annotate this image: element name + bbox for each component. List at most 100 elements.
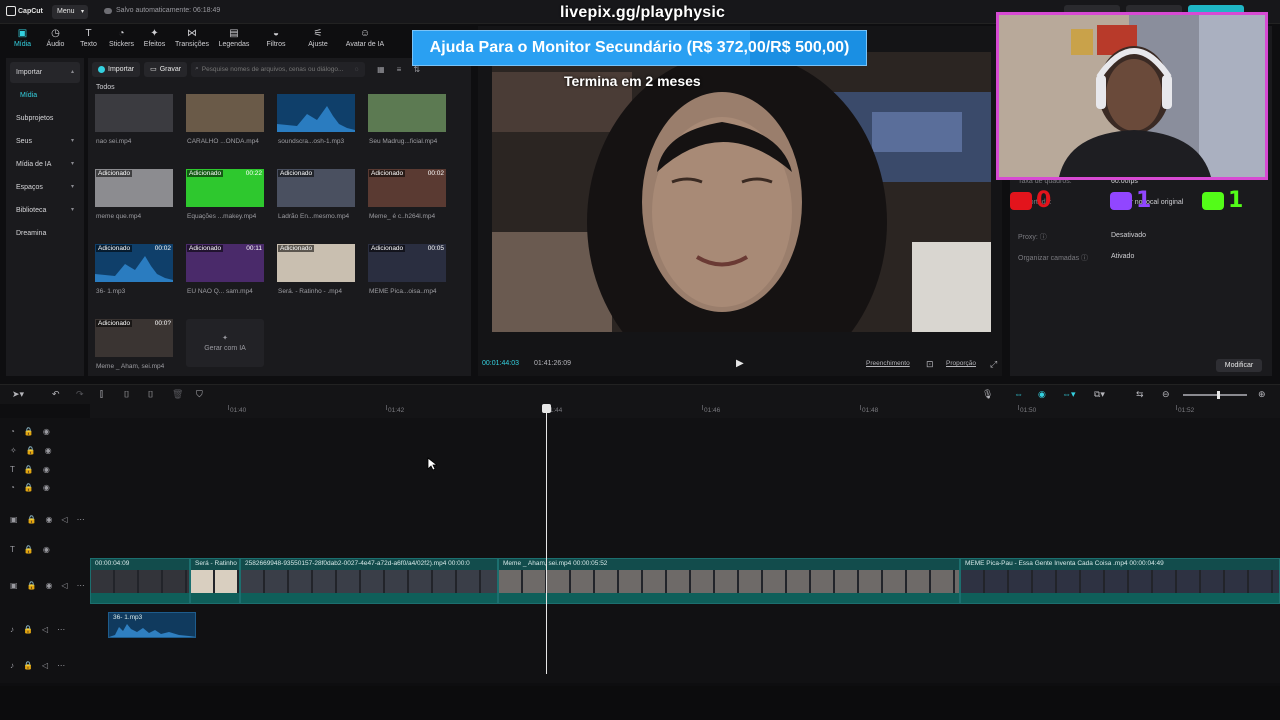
- search-input[interactable]: [201, 65, 352, 73]
- more-icon[interactable]: ⋯: [57, 661, 65, 670]
- linkage-icon[interactable]: ⇔▾: [1062, 389, 1076, 400]
- eye-icon[interactable]: ◉: [45, 446, 52, 455]
- tab-effects[interactable]: ✦ Efeitos: [138, 24, 171, 52]
- more-icon[interactable]: ⋯: [57, 625, 65, 634]
- eye-icon[interactable]: ◉: [43, 545, 50, 554]
- lock-icon[interactable]: 🔒: [26, 446, 36, 455]
- zoom-slider[interactable]: [1183, 391, 1247, 399]
- lock-icon[interactable]: 🔒: [24, 427, 34, 436]
- lock-icon[interactable]: 🔒: [24, 465, 34, 474]
- menu-button[interactable]: Menu ▾: [52, 5, 88, 19]
- tab-transitions[interactable]: ⋈ Transições: [171, 24, 213, 52]
- media-item[interactable]: soundscra...osh-1.mp3: [276, 94, 367, 169]
- media-item[interactable]: Adicionado meme que.mp4: [94, 169, 185, 244]
- eye-icon[interactable]: ◉: [46, 581, 53, 590]
- more-icon[interactable]: ⋯: [77, 515, 85, 524]
- media-thumbnail[interactable]: Adicionado 00:02: [95, 244, 173, 282]
- record-button[interactable]: ▭ Gravar: [144, 61, 188, 77]
- lock-icon[interactable]: 🔒: [27, 581, 37, 590]
- media-thumbnail[interactable]: Adicionado: [277, 244, 355, 282]
- video-clip[interactable]: 00:00:04:09: [90, 558, 190, 604]
- eye-icon[interactable]: ◉: [43, 465, 50, 474]
- more-icon[interactable]: ⋯: [77, 581, 85, 590]
- media-thumbnail[interactable]: [277, 94, 355, 132]
- media-item[interactable]: nao sei.mp4: [94, 94, 185, 169]
- generate-ai-item[interactable]: ✦ Gerar com IA: [185, 319, 276, 394]
- zoom-slider-handle[interactable]: [1217, 391, 1220, 399]
- lock-icon[interactable]: 🔒: [24, 545, 34, 554]
- sidebar-item-importar[interactable]: Importar ▴: [10, 62, 80, 83]
- tab-adjust[interactable]: ⚟ Ajuste: [297, 24, 339, 52]
- volume-icon[interactable]: ◁: [62, 581, 68, 590]
- volume-icon[interactable]: ◁: [42, 661, 48, 670]
- sort-icon[interactable]: ≡: [397, 65, 402, 74]
- media-item[interactable]: Adicionado 00:02 Meme_ é c..h264l.mp4: [367, 169, 458, 244]
- play-icon[interactable]: ▶: [736, 358, 744, 369]
- lock-icon[interactable]: 🔒: [23, 661, 33, 670]
- media-search[interactable]: ⌕ ◌: [191, 61, 366, 77]
- select-tool-icon[interactable]: ➤▾: [12, 389, 24, 400]
- preview-video[interactable]: [492, 52, 991, 332]
- media-item[interactable]: Adicionado 00:0? Meme _ Aham, sei.mp4: [94, 319, 185, 394]
- eye-icon[interactable]: ◉: [46, 515, 53, 524]
- media-item[interactable]: Adicionado 00:22 Equações ...makey.mp4: [185, 169, 276, 244]
- media-thumbnail[interactable]: Adicionado 00:0?: [95, 319, 173, 357]
- split-icon[interactable]: ⫿: [100, 389, 103, 400]
- media-thumbnail[interactable]: Adicionado: [95, 169, 173, 207]
- media-thumbnail[interactable]: [368, 94, 446, 132]
- media-item[interactable]: Adicionado Ladrão En...mesmo.mp4: [276, 169, 367, 244]
- tab-ai-avatar[interactable]: ☺ Avatar de IA: [339, 24, 391, 52]
- video-clip[interactable]: Será - Ratinho: [190, 558, 240, 604]
- detail-value[interactable]: Desativado: [1111, 232, 1146, 239]
- main-video-track[interactable]: 00:00:04:09 Será - Ratinho 2582669948-9355…: [90, 558, 1280, 608]
- tab-captions[interactable]: ▤ Legendas: [213, 24, 255, 52]
- preview-axis-icon[interactable]: ⧉▾: [1094, 389, 1105, 400]
- media-item[interactable]: Adicionado 00:05 MEME Pica...oisa..mp4: [367, 244, 458, 319]
- lock-icon[interactable]: 🔒: [23, 625, 33, 634]
- media-item[interactable]: Seu Madrug...ficial.mp4: [367, 94, 458, 169]
- undo-icon[interactable]: ↶: [52, 389, 60, 400]
- tab-filters[interactable]: ◒ Filtros: [255, 24, 297, 52]
- delete-icon[interactable]: 🗑: [172, 389, 183, 400]
- playhead-handle[interactable]: [542, 404, 551, 413]
- video-clip[interactable]: MEME Pica-Pau - Essa Gente Inventa Cada …: [960, 558, 1280, 604]
- media-thumbnail[interactable]: Adicionado: [277, 169, 355, 207]
- media-thumbnail[interactable]: Adicionado 00:11: [186, 244, 264, 282]
- microphone-icon[interactable]: 🎙: [982, 389, 993, 400]
- sidebar-item-espa-os[interactable]: Espaços ▾: [10, 177, 80, 198]
- import-button[interactable]: Importar: [92, 61, 141, 77]
- eye-icon[interactable]: ◉: [43, 427, 50, 436]
- audio-clip[interactable]: 36- 1.mp3: [108, 612, 196, 638]
- timeline-ruler[interactable]: 01:40 01:42 01:44 01:46 01:48 01:50 01:52: [90, 404, 1280, 418]
- media-item[interactable]: CARALHO ...ONDA.mp4: [185, 94, 276, 169]
- media-thumbnail[interactable]: Adicionado 00:22: [186, 169, 264, 207]
- fill-mode-button[interactable]: Preenchimento: [866, 360, 910, 367]
- sidebar-item-seus[interactable]: Seus ▾: [10, 131, 80, 152]
- sidebar-item-biblioteca[interactable]: Biblioteca ▾: [10, 200, 80, 221]
- tab-media[interactable]: ▣ Mídia: [6, 24, 39, 52]
- link-icon[interactable]: ⇔: [1014, 389, 1023, 399]
- zoom-out-icon[interactable]: ⊖: [1162, 389, 1170, 400]
- volume-icon[interactable]: ◁: [62, 515, 68, 524]
- lock-icon[interactable]: 🔒: [24, 483, 34, 492]
- generate-ai-button[interactable]: ✦ Gerar com IA: [186, 319, 264, 367]
- trim-right-icon[interactable]: ⌷: [148, 389, 153, 400]
- magnet-icon[interactable]: ◉: [1038, 389, 1046, 400]
- filter-icon[interactable]: ◌: [355, 66, 359, 73]
- sidebar-item-dreamina[interactable]: Dreamina: [10, 223, 80, 244]
- media-item[interactable]: Adicionado Será. - Ratinho - .mp4: [276, 244, 367, 319]
- tab-sticker[interactable]: ◔ Stickers: [105, 24, 138, 52]
- zoom-in-icon[interactable]: ⊕: [1258, 389, 1266, 400]
- video-clip[interactable]: 2582669948-93550157-28f0dab2-0027-4e47-a…: [240, 558, 498, 604]
- media-item[interactable]: Adicionado 00:02 36- 1.mp3: [94, 244, 185, 319]
- aspect-ratio-button[interactable]: Proporção: [946, 360, 976, 367]
- modify-button[interactable]: Modificar: [1216, 359, 1262, 372]
- shield-icon[interactable]: ⛉: [196, 389, 203, 400]
- tab-text[interactable]: T Texto: [72, 24, 105, 52]
- media-thumbnail[interactable]: Adicionado 00:05: [368, 244, 446, 282]
- media-thumbnail[interactable]: Adicionado 00:02: [368, 169, 446, 207]
- media-thumbnail[interactable]: [186, 94, 264, 132]
- trim-left-icon[interactable]: ⌷: [124, 389, 129, 400]
- crop-icon[interactable]: ⊡: [926, 359, 934, 370]
- detail-value[interactable]: Ativado: [1111, 253, 1134, 260]
